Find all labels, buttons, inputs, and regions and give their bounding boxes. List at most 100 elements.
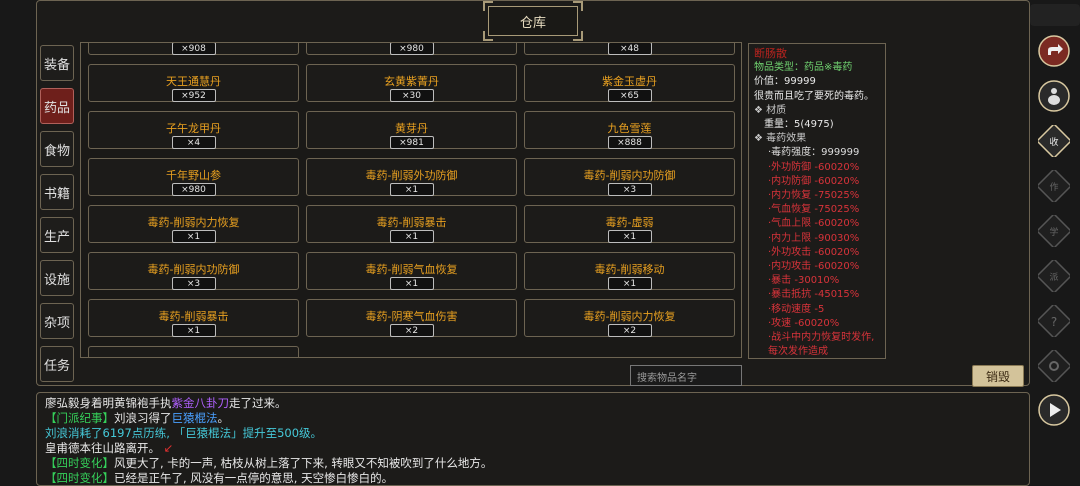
tab-label: 食物 xyxy=(43,143,70,159)
tab-production[interactable]: 生产 xyxy=(40,217,74,253)
tab-food[interactable]: 食物 xyxy=(40,131,74,167)
item-slot-name: 毒药-削弱气血恢复 xyxy=(365,263,458,276)
tab-misc[interactable]: 杂项 xyxy=(40,303,74,339)
effect-line: ·暴击抵抗 -45015% xyxy=(768,289,860,301)
item-slot-name: 毒药-削弱移动 xyxy=(594,263,665,276)
effect-line: ·气血恢复 -75025% xyxy=(768,204,860,216)
item-slot-name: 毒药-阴寒气血伤害 xyxy=(365,310,458,323)
effect-line: ·外功攻击 -60020% xyxy=(768,246,860,258)
item-slot-quantity: ×980 xyxy=(171,183,216,196)
log-text: 巨猿棍法 xyxy=(171,411,218,425)
item-type: 物品类型：药品※毒药 xyxy=(754,62,853,74)
item-slot-name: 千年野山参 xyxy=(166,169,221,182)
tab-quests[interactable]: 任务 xyxy=(40,346,74,382)
search-input[interactable]: 搜索物品名字 xyxy=(630,365,742,386)
window-title: 仓库 xyxy=(483,1,583,41)
item-slot[interactable]: 千年野山参 ×980 xyxy=(88,158,299,196)
tab-facilities[interactable]: 设施 xyxy=(40,260,74,296)
svg-text:?: ? xyxy=(1051,315,1057,329)
item-slot[interactable]: 毒药-削弱移动 ×1 xyxy=(524,252,735,290)
tab-equipment[interactable]: 装备 xyxy=(40,45,74,81)
item-slot[interactable] xyxy=(88,346,299,357)
effect-line: ·内功防御 -60020% xyxy=(768,175,860,187)
destroy-button[interactable]: 销毁 xyxy=(972,365,1024,387)
item-slot-name: 毒药-削弱内力恢复 xyxy=(583,310,676,323)
log-text: 走了过来。 xyxy=(229,396,287,410)
item-slot-quantity: ×981 xyxy=(389,136,434,149)
item-slot[interactable]: 毒药-削弱内力恢复 ×2 xyxy=(524,299,735,337)
item-slot[interactable]: 毒药-削弱内功防御 ×3 xyxy=(524,158,735,196)
work-icon[interactable]: 作 xyxy=(1036,168,1072,204)
item-slot-quantity: ×2 xyxy=(389,324,434,337)
effect-line: ·攻速 -60020% xyxy=(768,317,840,329)
diamond-icon: ❖ xyxy=(754,104,767,116)
share-icon[interactable] xyxy=(1036,33,1072,69)
effect-line: ·战斗中内力恢复时发作, 每次发作造成 xyxy=(768,332,875,358)
status-indicator xyxy=(1030,4,1080,26)
item-name: 断肠散 xyxy=(754,47,787,60)
gourd-icon[interactable] xyxy=(1036,78,1072,114)
item-slot-name: 黄芽丹 xyxy=(395,122,428,135)
material-header: 材质 xyxy=(766,104,787,116)
collection-icon[interactable]: 收 xyxy=(1036,123,1072,159)
item-slot-name: 毒药-削弱内功防御 xyxy=(147,263,240,276)
item-slot-name: 毒药-削弱外功防御 xyxy=(365,169,458,182)
item-slot-quantity: ×1 xyxy=(607,230,652,243)
effect-line: ·内功攻击 -60020% xyxy=(768,261,860,273)
settings-icon[interactable] xyxy=(1036,348,1072,384)
effect-section: ❖ 毒药效果 xyxy=(754,132,880,146)
item-slot-name: 毒药-削弱内功防御 xyxy=(583,169,676,182)
item-slot[interactable]: ×48 xyxy=(524,43,735,55)
item-slot[interactable]: 黄芽丹 ×981 xyxy=(306,111,517,149)
log-text: 廖弘毅身着明黄锦袍手执 xyxy=(45,396,172,410)
item-slot-quantity: ×65 xyxy=(607,89,652,102)
sect-icon[interactable]: 派 xyxy=(1036,258,1072,294)
effect-line: ·暴击 -30010% xyxy=(768,275,840,287)
item-slot-quantity: ×3 xyxy=(607,183,652,196)
item-slot[interactable]: 子午龙甲丹 ×4 xyxy=(88,111,299,149)
item-slot[interactable]: 毒药-削弱外功防御 ×1 xyxy=(306,158,517,196)
log-line: 【门派纪事】刘浪习得了巨猿棍法。 xyxy=(45,411,1021,426)
item-slot[interactable]: 毒药-削弱气血恢复 ×1 xyxy=(306,252,517,290)
item-slot[interactable]: 毒药-削弱内力恢复 ×1 xyxy=(88,205,299,243)
destroy-label: 销毁 xyxy=(985,369,1010,384)
tab-label: 任务 xyxy=(43,358,70,374)
effect-line: ·内力恢复 -75025% xyxy=(768,190,860,202)
item-slot-quantity: ×30 xyxy=(389,89,434,102)
item-slot[interactable]: ×980 xyxy=(306,43,517,55)
item-slot-quantity: ×1 xyxy=(171,230,216,243)
item-slot[interactable]: 玄黄紫菁丹 ×30 xyxy=(306,64,517,102)
category-tabs: 装备 药品 食物 书籍 生产 设施 杂项 任务 xyxy=(40,45,74,389)
tab-label: 设施 xyxy=(43,272,70,288)
play-icon[interactable] xyxy=(1036,392,1072,428)
message-log: 廖弘毅身着明黄锦袍手执紫金八卦刀走了过来。 【门派纪事】刘浪习得了巨猿棍法。 刘浪消… xyxy=(36,392,1030,486)
poison-strength: ·毒药强度：999999 xyxy=(768,147,860,159)
item-grid[interactable]: ×908 ×980 ×48 天王通慧丹 ×952 玄黄紫菁丹 ×30 紫金玉虚丹 ×65 子午龙甲… xyxy=(80,42,742,358)
tab-medicine[interactable]: 药品 xyxy=(40,88,74,124)
tab-label: 杂项 xyxy=(43,315,70,331)
log-text: 刘浪消耗了6197点历练, 「巨猿棍法」提升至500级。 xyxy=(45,426,323,440)
item-slot[interactable]: 毒药-削弱内功防御 ×3 xyxy=(88,252,299,290)
item-slot[interactable]: 九色雪莲 ×888 xyxy=(524,111,735,149)
item-slot-quantity: ×1 xyxy=(389,230,434,243)
study-icon[interactable]: 学 xyxy=(1036,213,1072,249)
item-slot-name: 紫金玉虚丹 xyxy=(602,75,657,88)
tab-books[interactable]: 书籍 xyxy=(40,174,74,210)
item-slot[interactable]: 毒药-虚弱 ×1 xyxy=(524,205,735,243)
item-slot[interactable]: 毒药-削弱暴击 ×1 xyxy=(306,205,517,243)
help-icon[interactable]: ? xyxy=(1036,303,1072,339)
item-slot[interactable]: ×908 xyxy=(88,43,299,55)
item-slot[interactable]: 紫金玉虚丹 ×65 xyxy=(524,64,735,102)
log-line: 皇甫德本往山路离开。 ↙ xyxy=(45,441,1021,456)
item-slot-name: 子午龙甲丹 xyxy=(166,122,221,135)
item-slot[interactable]: 毒药-阴寒气血伤害 ×2 xyxy=(306,299,517,337)
item-slot-quantity: ×2 xyxy=(607,324,652,337)
item-description: 很贵而且吃了要死的毒药。 xyxy=(754,90,874,102)
item-slot-quantity: ×1 xyxy=(389,183,434,196)
effect-list: ·外功防御 -60020% ·内功防御 -60020% ·内力恢复 -75025% ·… xyxy=(754,161,880,358)
item-slot[interactable]: 天王通慧丹 ×952 xyxy=(88,64,299,102)
item-slot[interactable]: 毒药-削弱暴击 ×1 xyxy=(88,299,299,337)
item-slot-name: 玄黄紫菁丹 xyxy=(384,75,439,88)
tab-label: 书籍 xyxy=(43,186,70,202)
effect-line: ·移动速度 -5 xyxy=(768,303,825,315)
